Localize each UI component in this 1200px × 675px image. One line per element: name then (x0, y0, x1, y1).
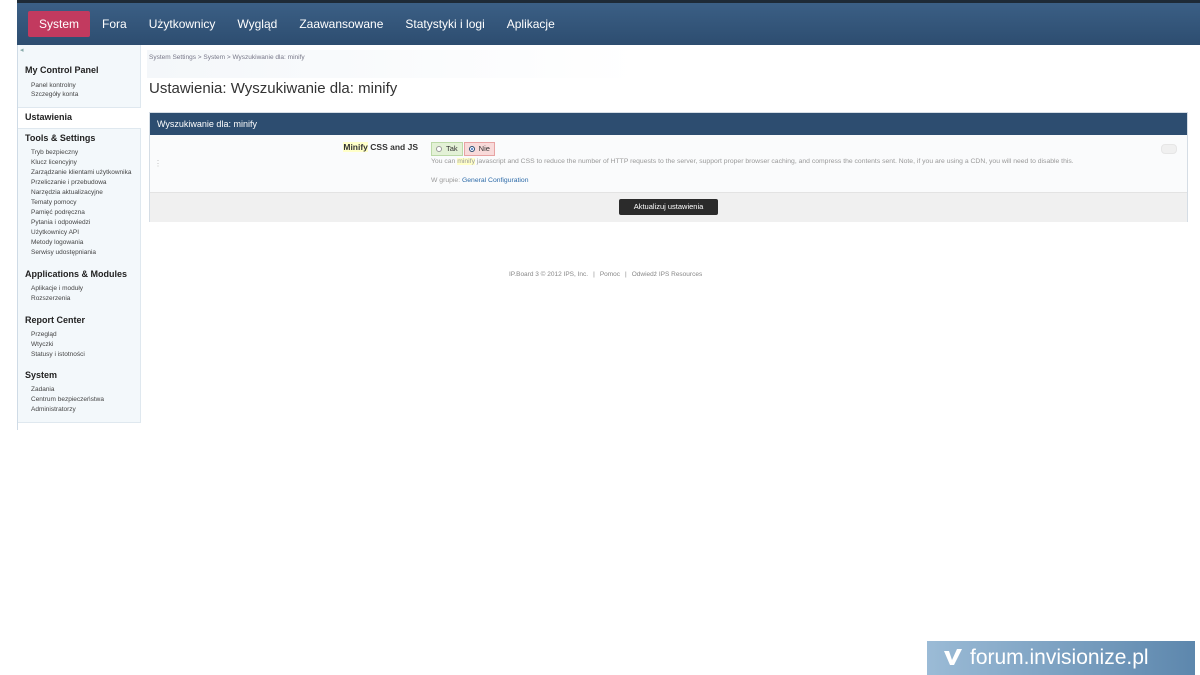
sidebar-link-user-clients[interactable]: Zarządzanie klientami użytkownika (31, 169, 131, 176)
sidebar-link-overview[interactable]: Przegląd (31, 331, 57, 338)
radio-no-dot-icon (468, 146, 475, 152)
top-navigation-bar: System Fora Użytkownicy Wygląd Zaawansow… (17, 0, 1200, 45)
sidebar-link-extensions[interactable]: Rozszerzenia (31, 295, 70, 302)
radio-no[interactable]: Nie (463, 142, 495, 156)
setting-label-highlight: Minify (343, 142, 368, 152)
nav-item-look[interactable]: Wygląd (227, 11, 287, 37)
sidebar-link-security-center[interactable]: Centrum bezpieczeństwa (31, 396, 104, 403)
group-link[interactable]: General Configuration (462, 177, 529, 184)
breadcrumb[interactable]: System Settings > System > Wyszukiwanie … (149, 54, 305, 61)
nav-item-forums[interactable]: Fora (92, 11, 137, 37)
sidebar-link-control-panel[interactable]: Panel kontrolny (31, 82, 76, 89)
setting-description: You can minify javascript and CSS to red… (431, 157, 1131, 166)
sidebar-link-plugins[interactable]: Wtyczki (31, 341, 53, 348)
drag-handle-icon[interactable]: ⋮ (154, 159, 162, 168)
sidebar-section-report-center: Report Center (25, 315, 86, 325)
sidebar-link-administrators[interactable]: Administratorzy (31, 406, 76, 413)
sidebar-link-license-key[interactable]: Klucz licencyjny (31, 159, 77, 166)
watermark: forum.invisionize.pl (927, 641, 1195, 675)
page-title: Ustawienia: Wyszukiwanie dla: minify (149, 80, 398, 97)
sidebar-link-tasks[interactable]: Zadania (31, 386, 55, 393)
yes-no-toggle: Tak Nie (431, 142, 495, 156)
radio-no-label: Nie (478, 144, 490, 153)
sidebar-item-settings-label: Ustawienia (25, 112, 73, 122)
desc-text-pre: You can (431, 158, 458, 165)
group-label: W grupie: (431, 177, 462, 184)
collapse-icon[interactable]: ◂ (20, 46, 24, 54)
setting-label-rest: CSS and JS (367, 142, 418, 152)
radio-yes-label: Tak (446, 144, 458, 153)
panel-header: Wyszukiwanie dla: minify (150, 113, 1187, 135)
sidebar-link-qa[interactable]: Pytania i odpowiedzi (31, 219, 90, 226)
sidebar-section-tools-settings: Tools & Settings (25, 133, 96, 143)
sidebar-section-applications-modules: Applications & Modules (25, 269, 128, 279)
sidebar-link-safe-mode[interactable]: Tryb bezpieczny (31, 149, 78, 156)
setting-label: Minify CSS and JS (343, 142, 418, 152)
sidebar-link-login-methods[interactable]: Metody logowania (31, 239, 83, 246)
desc-text-post: javascript and CSS to reduce the number … (474, 158, 1074, 165)
sidebar-section-my-control-panel: My Control Panel (25, 65, 99, 75)
sidebar: ◂ My Control Panel Panel kontrolny Szcze… (18, 45, 141, 423)
sidebar-link-recount-rebuild[interactable]: Przeliczanie i przebudowa (31, 179, 107, 186)
edit-setting-icon[interactable] (1161, 144, 1177, 154)
sidebar-section-system: System (25, 370, 58, 380)
sidebar-item-settings[interactable]: Ustawienia (18, 107, 141, 129)
nav-item-stats-logs[interactable]: Statystyki i logi (395, 11, 494, 37)
main-nav: System Fora Użytkownicy Wygląd Zaawansow… (28, 11, 567, 37)
sidebar-link-help-topics[interactable]: Tematy pomocy (31, 199, 77, 206)
sidebar-link-account-details[interactable]: Szczegóły konta (31, 91, 78, 98)
nav-item-system[interactable]: System (28, 11, 91, 37)
nav-item-advanced[interactable]: Zaawansowane (289, 11, 393, 37)
sidebar-link-applications-modules[interactable]: Aplikacje i moduły (31, 285, 83, 292)
desc-text-highlight: minify (457, 158, 475, 165)
radio-yes[interactable]: Tak (431, 142, 463, 156)
sidebar-link-statuses[interactable]: Statusy i istotności (31, 351, 85, 358)
sidebar-link-upgrade-tools[interactable]: Narzędzia aktualizacyjne (31, 189, 103, 196)
panel-footer: Aktualizuj ustawienia (150, 192, 1187, 222)
footer-resources-link[interactable]: Odwiedź IPS Resources (632, 271, 702, 278)
footer-help-link[interactable]: Pomoc (600, 271, 620, 278)
nav-item-applications[interactable]: Aplikacje (497, 11, 565, 37)
check-logo-icon (944, 649, 962, 665)
watermark-text: forum.invisionize.pl (970, 646, 1149, 669)
update-settings-button[interactable]: Aktualizuj ustawienia (619, 199, 718, 215)
setting-row: ⋮ Minify CSS and JS Tak Nie You can mini… (150, 135, 1187, 192)
footer-copyright: IP.Board 3 © 2012 IPS, Inc. (509, 271, 589, 278)
radio-yes-dot-icon (436, 146, 442, 152)
page-footer: IP.Board 3 © 2012 IPS, Inc. | Pomoc | Odwied… (509, 271, 703, 278)
nav-item-users[interactable]: Użytkownicy (139, 11, 226, 37)
setting-group: W grupie: General Configuration (431, 177, 528, 184)
sidebar-link-sharing-services[interactable]: Serwisy udostępniania (31, 249, 96, 256)
sidebar-link-api-users[interactable]: Użytkownicy API (31, 229, 79, 236)
settings-panel: Wyszukiwanie dla: minify ⋮ Minify CSS an… (149, 112, 1188, 222)
sidebar-link-cache[interactable]: Pamięć podręczna (31, 209, 85, 216)
